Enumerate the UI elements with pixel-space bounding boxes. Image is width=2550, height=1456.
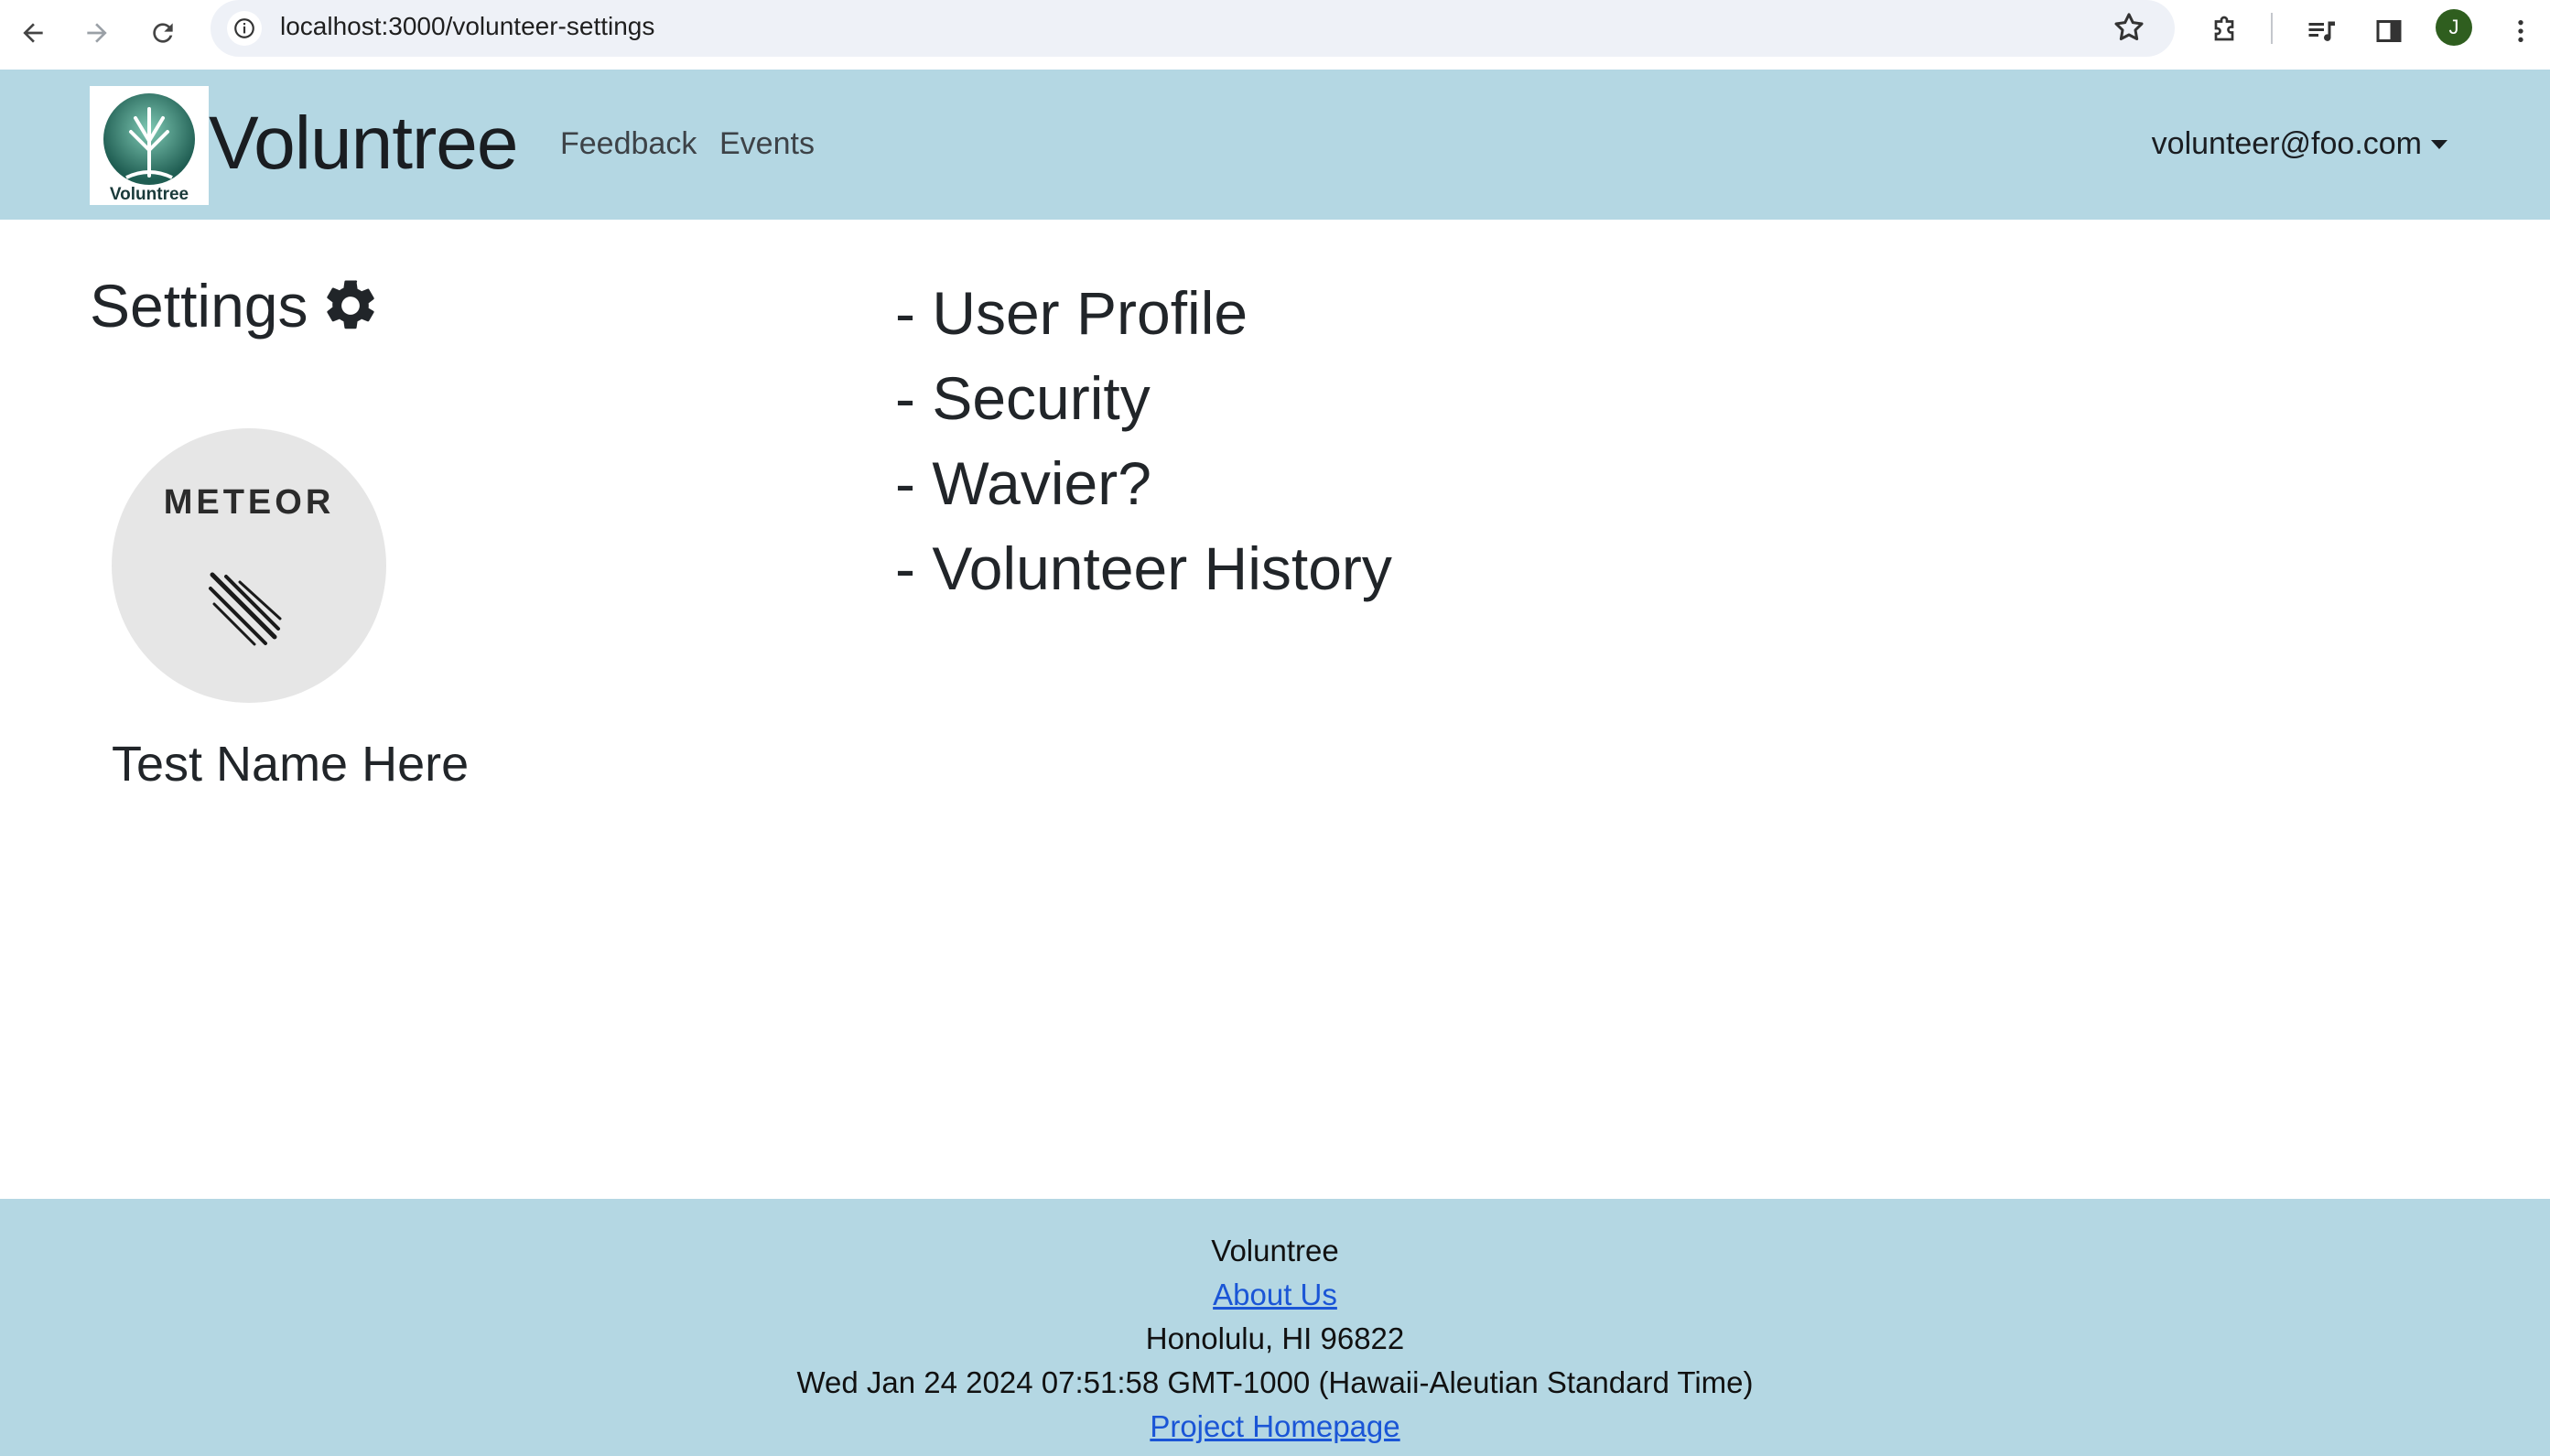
footer-location: Honolulu, HI 96822	[1145, 1321, 1405, 1355]
logo-text: Voluntree	[110, 185, 189, 204]
playlist-music-icon	[2308, 21, 2335, 41]
kebab-menu-icon	[2518, 20, 2523, 42]
user-dropdown[interactable]: volunteer@foo.com	[2152, 126, 2447, 162]
settings-heading: Settings	[90, 271, 381, 340]
side-panel-button[interactable]	[2365, 7, 2413, 55]
footer-datetime: Wed Jan 24 2024 07:51:58 GMT-1000 (Hawai…	[796, 1365, 1754, 1399]
tree-logo-icon: Voluntree	[103, 93, 195, 204]
site-info-icon[interactable]	[227, 11, 262, 46]
menu-item-volunteer-history[interactable]: - Volunteer History	[895, 526, 1392, 611]
reload-button[interactable]	[139, 9, 187, 57]
forward-arrow-icon	[87, 23, 107, 43]
browser-profile-avatar[interactable]: J	[2436, 9, 2472, 46]
browser-toolbar: localhost:3000/volunteer-settings J	[0, 0, 2550, 70]
user-email: volunteer@foo.com	[2151, 126, 2422, 161]
toolbar-divider	[2271, 13, 2273, 44]
brand-title[interactable]: Voluntree	[209, 101, 518, 187]
caret-down-icon	[2431, 139, 2447, 149]
profile-avatar[interactable]: METEOR	[112, 428, 386, 703]
nav-link-events[interactable]: Events	[719, 126, 815, 162]
browser-menu-button[interactable]	[2497, 7, 2545, 55]
settings-menu: - User Profile - Security - Wavier? - Vo…	[895, 271, 1392, 611]
forward-button[interactable]	[73, 9, 121, 57]
meteor-streak-icon	[209, 572, 282, 646]
bookmark-star-icon[interactable]	[2111, 9, 2147, 50]
project-homepage-link[interactable]: Project Homepage	[1150, 1409, 1399, 1443]
meteor-logo-text: METEOR	[163, 483, 335, 522]
url-text: localhost:3000/volunteer-settings	[280, 12, 655, 40]
page-footer: Voluntree About Us Honolulu, HI 96822 We…	[0, 1199, 2550, 1456]
back-arrow-icon	[23, 23, 43, 43]
media-control-button[interactable]	[2297, 7, 2345, 55]
profile-name: Test Name Here	[112, 737, 470, 792]
gear-icon	[327, 280, 375, 329]
menu-item-wavier[interactable]: - Wavier?	[895, 441, 1392, 526]
menu-item-security[interactable]: - Security	[895, 356, 1392, 441]
side-panel-icon	[2376, 20, 2402, 42]
menu-item-user-profile[interactable]: - User Profile	[895, 271, 1392, 356]
extensions-button[interactable]	[2200, 7, 2248, 55]
settings-title-text: Settings	[90, 272, 308, 340]
puzzle-icon	[2214, 16, 2234, 41]
footer-name: Voluntree	[1211, 1234, 1339, 1267]
app-navbar: Voluntree Voluntree Feedback Events volu…	[0, 70, 2550, 220]
reload-icon	[153, 23, 173, 43]
back-button[interactable]	[9, 9, 57, 57]
nav-link-feedback[interactable]: Feedback	[560, 126, 697, 162]
address-bar[interactable]: localhost:3000/volunteer-settings	[211, 0, 2175, 57]
voluntree-logo[interactable]: Voluntree	[90, 86, 209, 205]
about-us-link[interactable]: About Us	[1213, 1278, 1337, 1311]
